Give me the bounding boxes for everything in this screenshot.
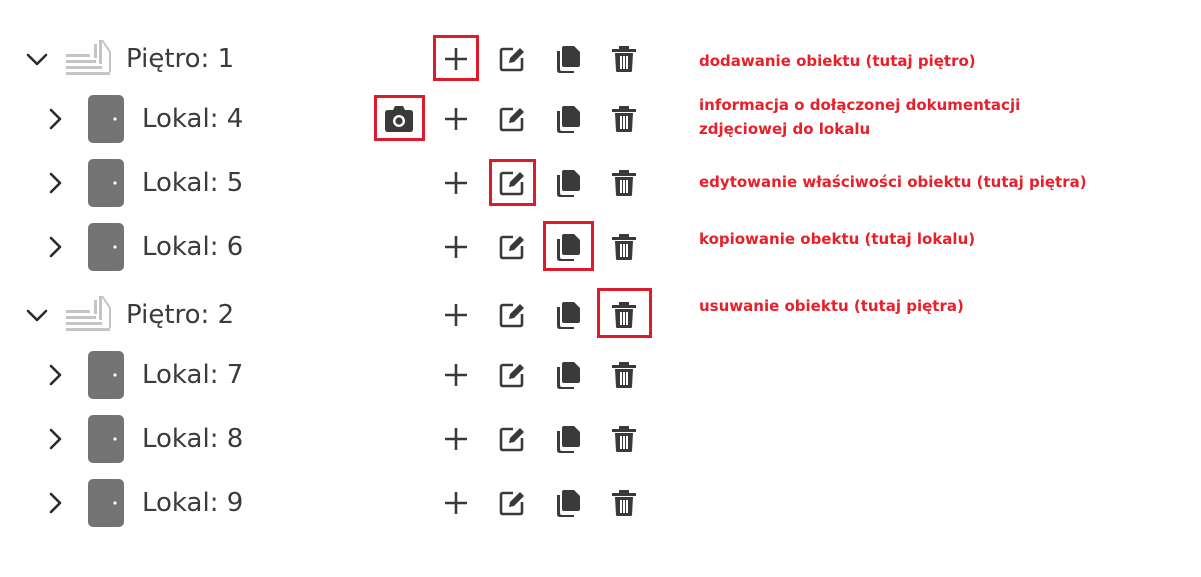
- annotation-add: dodawanie obiektu (tutaj piętro): [699, 49, 976, 73]
- trash-icon[interactable]: [609, 488, 639, 518]
- plus-icon[interactable]: [441, 168, 471, 198]
- chevron-right-icon[interactable]: [42, 362, 68, 388]
- plus-icon[interactable]: [441, 360, 471, 390]
- tree-row-unit-4: Lokal: 4: [0, 94, 680, 144]
- edit-icon[interactable]: [497, 104, 527, 134]
- highlight-delete-box: [597, 288, 652, 338]
- highlight-add-box: [433, 35, 479, 81]
- annotation-line: zdjęciowej do lokalu: [699, 120, 871, 138]
- tree-row-unit-9: Lokal: 9: [0, 478, 680, 528]
- stairs-icon: [64, 294, 112, 334]
- stairs-icon: [64, 38, 112, 78]
- annotation-edit: edytowanie właściwości obiektu (tutaj pi…: [699, 170, 1087, 194]
- trash-icon[interactable]: [609, 424, 639, 454]
- node-label[interactable]: Lokal: 7: [142, 360, 243, 390]
- chevron-right-icon[interactable]: [42, 426, 68, 452]
- tree-row-unit-5: Lokal: 5: [0, 158, 680, 208]
- edit-icon[interactable]: [497, 360, 527, 390]
- chevron-right-icon[interactable]: [42, 170, 68, 196]
- plus-icon[interactable]: [441, 424, 471, 454]
- copy-icon[interactable]: [553, 424, 583, 454]
- trash-icon[interactable]: [609, 44, 639, 74]
- copy-icon[interactable]: [553, 168, 583, 198]
- door-icon: [88, 95, 124, 143]
- chevron-right-icon[interactable]: [42, 106, 68, 132]
- edit-icon[interactable]: [497, 300, 527, 330]
- tree-row-floor-1: Piętro: 1: [0, 34, 680, 84]
- edit-icon[interactable]: [497, 424, 527, 454]
- edit-icon[interactable]: [497, 44, 527, 74]
- node-label[interactable]: Piętro: 2: [126, 300, 234, 330]
- node-label[interactable]: Lokal: 6: [142, 232, 243, 262]
- plus-icon[interactable]: [441, 104, 471, 134]
- door-icon: [88, 159, 124, 207]
- node-label[interactable]: Lokal: 8: [142, 424, 243, 454]
- door-icon: [88, 479, 124, 527]
- copy-icon[interactable]: [553, 104, 583, 134]
- plus-icon[interactable]: [441, 488, 471, 518]
- annotation-line: edytowanie właściwości obiektu (tutaj pi…: [699, 173, 1087, 191]
- tree-row-unit-8: Lokal: 8: [0, 414, 680, 464]
- highlight-edit-box: [489, 159, 536, 206]
- copy-icon[interactable]: [553, 360, 583, 390]
- trash-icon[interactable]: [609, 360, 639, 390]
- highlight-copy-box: [543, 221, 594, 271]
- door-icon: [88, 351, 124, 399]
- highlight-photo-box: [374, 95, 425, 141]
- tree-row-floor-2: Piętro: 2: [0, 290, 680, 340]
- node-label[interactable]: Lokal: 4: [142, 104, 243, 134]
- plus-icon[interactable]: [441, 300, 471, 330]
- tree-row-unit-7: Lokal: 7: [0, 350, 680, 400]
- annotation-copy: kopiowanie obektu (tutaj lokalu): [699, 227, 975, 251]
- copy-icon[interactable]: [553, 488, 583, 518]
- edit-icon[interactable]: [497, 232, 527, 262]
- trash-icon[interactable]: [609, 104, 639, 134]
- annotation-line: kopiowanie obektu (tutaj lokalu): [699, 230, 976, 248]
- door-icon: [88, 223, 124, 271]
- annotation-photo: informacja o dołączonej dokumentacji zdj…: [699, 93, 1020, 141]
- chevron-right-icon[interactable]: [42, 490, 68, 516]
- annotation-line: usuwanie obiektu (tutaj piętra): [699, 297, 964, 315]
- chevron-down-icon[interactable]: [24, 46, 50, 72]
- node-label[interactable]: Lokal: 5: [142, 168, 243, 198]
- annotation-line: dodawanie obiektu (tutaj piętro): [699, 52, 976, 70]
- copy-icon[interactable]: [553, 300, 583, 330]
- node-label[interactable]: Piętro: 1: [126, 44, 234, 74]
- node-label[interactable]: Lokal: 9: [142, 488, 243, 518]
- chevron-right-icon[interactable]: [42, 234, 68, 260]
- chevron-down-icon[interactable]: [24, 302, 50, 328]
- door-icon: [88, 415, 124, 463]
- annotation-delete: usuwanie obiektu (tutaj piętra): [699, 294, 964, 318]
- plus-icon[interactable]: [441, 232, 471, 262]
- trash-icon[interactable]: [609, 232, 639, 262]
- trash-icon[interactable]: [609, 168, 639, 198]
- copy-icon[interactable]: [553, 44, 583, 74]
- annotation-line: informacja o dołączonej dokumentacji: [699, 96, 1021, 114]
- edit-icon[interactable]: [497, 488, 527, 518]
